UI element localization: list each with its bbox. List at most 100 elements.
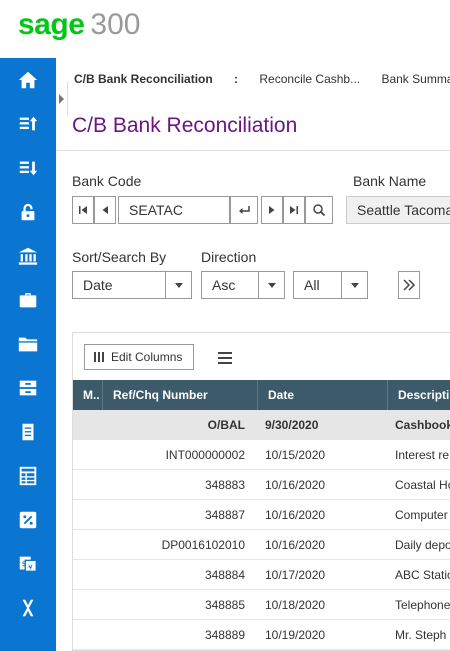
table-row[interactable]: 348887 10/16/2020 Computer bbox=[73, 500, 450, 530]
sidebar-item-payables[interactable] bbox=[0, 146, 56, 190]
bank-name-label: Bank Name bbox=[353, 173, 427, 189]
spreadsheet-icon bbox=[19, 466, 37, 486]
breadcrumb: C/B Bank Reconciliation : Reconcile Cash… bbox=[74, 72, 450, 86]
bank-name-field: Seattle Tacoma bbox=[346, 196, 450, 224]
percent-icon bbox=[19, 511, 37, 529]
bank-code-label: Bank Code bbox=[72, 173, 142, 189]
table-row[interactable]: 348884 10/17/2020 ABC Statio bbox=[73, 560, 450, 590]
top-bar: sage 300 bbox=[0, 0, 450, 58]
edit-columns-button[interactable]: Edit Columns bbox=[84, 344, 194, 370]
chevron-down-icon bbox=[341, 272, 367, 298]
chevron-down-icon bbox=[165, 272, 191, 298]
table-row[interactable]: INT000000002 10/15/2020 Interest re bbox=[73, 440, 450, 470]
cell-ref: O/BAL bbox=[207, 418, 245, 432]
table-row[interactable]: 348885 10/18/2020 Telephone bbox=[73, 590, 450, 620]
drawer-icon bbox=[19, 380, 37, 396]
lock-icon bbox=[21, 203, 35, 221]
cell-description: Computer bbox=[395, 508, 448, 522]
last-record-icon bbox=[290, 206, 298, 214]
table-row[interactable]: 348889 10/19/2020 Mr. Steph bbox=[73, 620, 450, 650]
sidebar-item-business[interactable] bbox=[0, 278, 56, 322]
sidebar-item-documents[interactable] bbox=[0, 410, 56, 454]
first-record-button[interactable] bbox=[72, 196, 94, 224]
cell-ref: 348883 bbox=[204, 478, 245, 492]
column-header-ref-chq-number[interactable]: Ref/Chq Number bbox=[103, 380, 258, 410]
breadcrumb-separator: : bbox=[234, 72, 239, 86]
column-header-m[interactable]: M.. bbox=[73, 380, 103, 410]
columns-icon bbox=[94, 352, 104, 362]
next-icon bbox=[269, 206, 275, 214]
cell-date: 10/16/2020 bbox=[265, 508, 326, 522]
document-icon bbox=[22, 423, 34, 441]
cell-ref: 348885 bbox=[204, 598, 245, 612]
logo-number: 300 bbox=[90, 8, 141, 41]
expand-more-button[interactable] bbox=[398, 271, 420, 299]
sort-search-by-select[interactable]: Date bbox=[72, 271, 192, 299]
sort-search-by-label: Sort/Search By bbox=[72, 249, 167, 265]
currency-icon: $ ¥ bbox=[19, 556, 37, 573]
breadcrumb-item-reconcile-cashbook[interactable]: Reconcile Cashb... bbox=[259, 72, 360, 86]
cell-description: Interest re bbox=[395, 448, 450, 462]
sidebar-item-bank[interactable] bbox=[0, 234, 56, 278]
last-record-button[interactable] bbox=[283, 196, 305, 224]
bank-code-input[interactable]: SEATAC bbox=[118, 196, 230, 224]
column-header-date[interactable]: Date bbox=[258, 380, 388, 410]
direction-label: Direction bbox=[201, 249, 257, 265]
next-record-button[interactable] bbox=[261, 196, 283, 224]
sidebar-item-reports[interactable] bbox=[0, 454, 56, 498]
grid-header: M.. Ref/Chq Number Date Descripti bbox=[73, 380, 450, 410]
chevron-down-icon bbox=[258, 272, 284, 298]
breadcrumb-item-bank-summary[interactable]: Bank Summa bbox=[381, 72, 450, 86]
bank-icon bbox=[18, 247, 38, 265]
header-divider bbox=[56, 150, 450, 151]
breadcrumb-item-bank-reconciliation[interactable]: C/B Bank Reconciliation bbox=[74, 72, 213, 86]
cell-ref: DP0016102010 bbox=[161, 538, 245, 552]
svg-text:$: $ bbox=[22, 559, 27, 568]
cell-description: Daily depo bbox=[395, 538, 450, 552]
cell-ref: 348884 bbox=[204, 568, 245, 582]
page-title: C/B Bank Reconciliation bbox=[72, 114, 298, 137]
edit-columns-label: Edit Columns bbox=[111, 350, 183, 364]
cell-date: 10/17/2020 bbox=[265, 568, 326, 582]
bank-code-search-button[interactable] bbox=[305, 196, 333, 224]
sidebar: $ ¥ bbox=[0, 58, 56, 651]
double-chevron-right-icon bbox=[403, 279, 416, 291]
previous-icon bbox=[102, 206, 108, 214]
table-row[interactable]: DP0016102010 10/16/2020 Daily depo bbox=[73, 530, 450, 560]
direction-select[interactable]: Asc bbox=[201, 271, 285, 299]
filter-select[interactable]: All bbox=[293, 271, 368, 299]
direction-value: Asc bbox=[212, 277, 236, 293]
sidebar-item-inventory[interactable] bbox=[0, 366, 56, 410]
cell-date: 10/16/2020 bbox=[265, 478, 326, 492]
sidebar-item-currency[interactable]: $ ¥ bbox=[0, 542, 56, 586]
filter-value: All bbox=[304, 277, 320, 293]
table-row[interactable]: O/BAL 9/30/2020 Cashbook bbox=[73, 410, 450, 440]
home-icon bbox=[18, 71, 38, 89]
upload-list-icon bbox=[19, 116, 38, 131]
sidebar-item-receivables[interactable] bbox=[0, 102, 56, 146]
sort-search-by-value: Date bbox=[83, 277, 113, 293]
bank-code-enter-button[interactable] bbox=[230, 196, 258, 224]
cell-description: Mr. Steph bbox=[395, 628, 447, 642]
first-record-icon bbox=[79, 206, 87, 214]
sidebar-item-home[interactable] bbox=[0, 58, 56, 102]
sage-logo[interactable]: sage 300 bbox=[18, 8, 140, 42]
column-header-description[interactable]: Descripti bbox=[388, 380, 450, 410]
logo-brand: sage bbox=[18, 8, 85, 41]
previous-record-button[interactable] bbox=[94, 196, 116, 224]
cell-description: Cashbook bbox=[395, 418, 450, 432]
cell-date: 10/19/2020 bbox=[265, 628, 326, 642]
briefcase-icon bbox=[19, 293, 37, 308]
hamburger-menu-icon[interactable] bbox=[218, 352, 232, 364]
folder-icon bbox=[18, 337, 38, 352]
sidebar-item-tools[interactable] bbox=[0, 586, 56, 630]
table-row[interactable]: 348883 10/16/2020 Coastal Ho bbox=[73, 470, 450, 500]
sidebar-item-files[interactable] bbox=[0, 322, 56, 366]
sidebar-item-tax[interactable] bbox=[0, 498, 56, 542]
tools-icon bbox=[22, 599, 34, 617]
cell-ref: 348887 bbox=[204, 508, 245, 522]
sidebar-collapse-toggle[interactable] bbox=[56, 82, 68, 116]
cell-date: 9/30/2020 bbox=[265, 418, 319, 432]
sidebar-item-security[interactable] bbox=[0, 190, 56, 234]
cell-ref: INT000000002 bbox=[165, 448, 245, 462]
